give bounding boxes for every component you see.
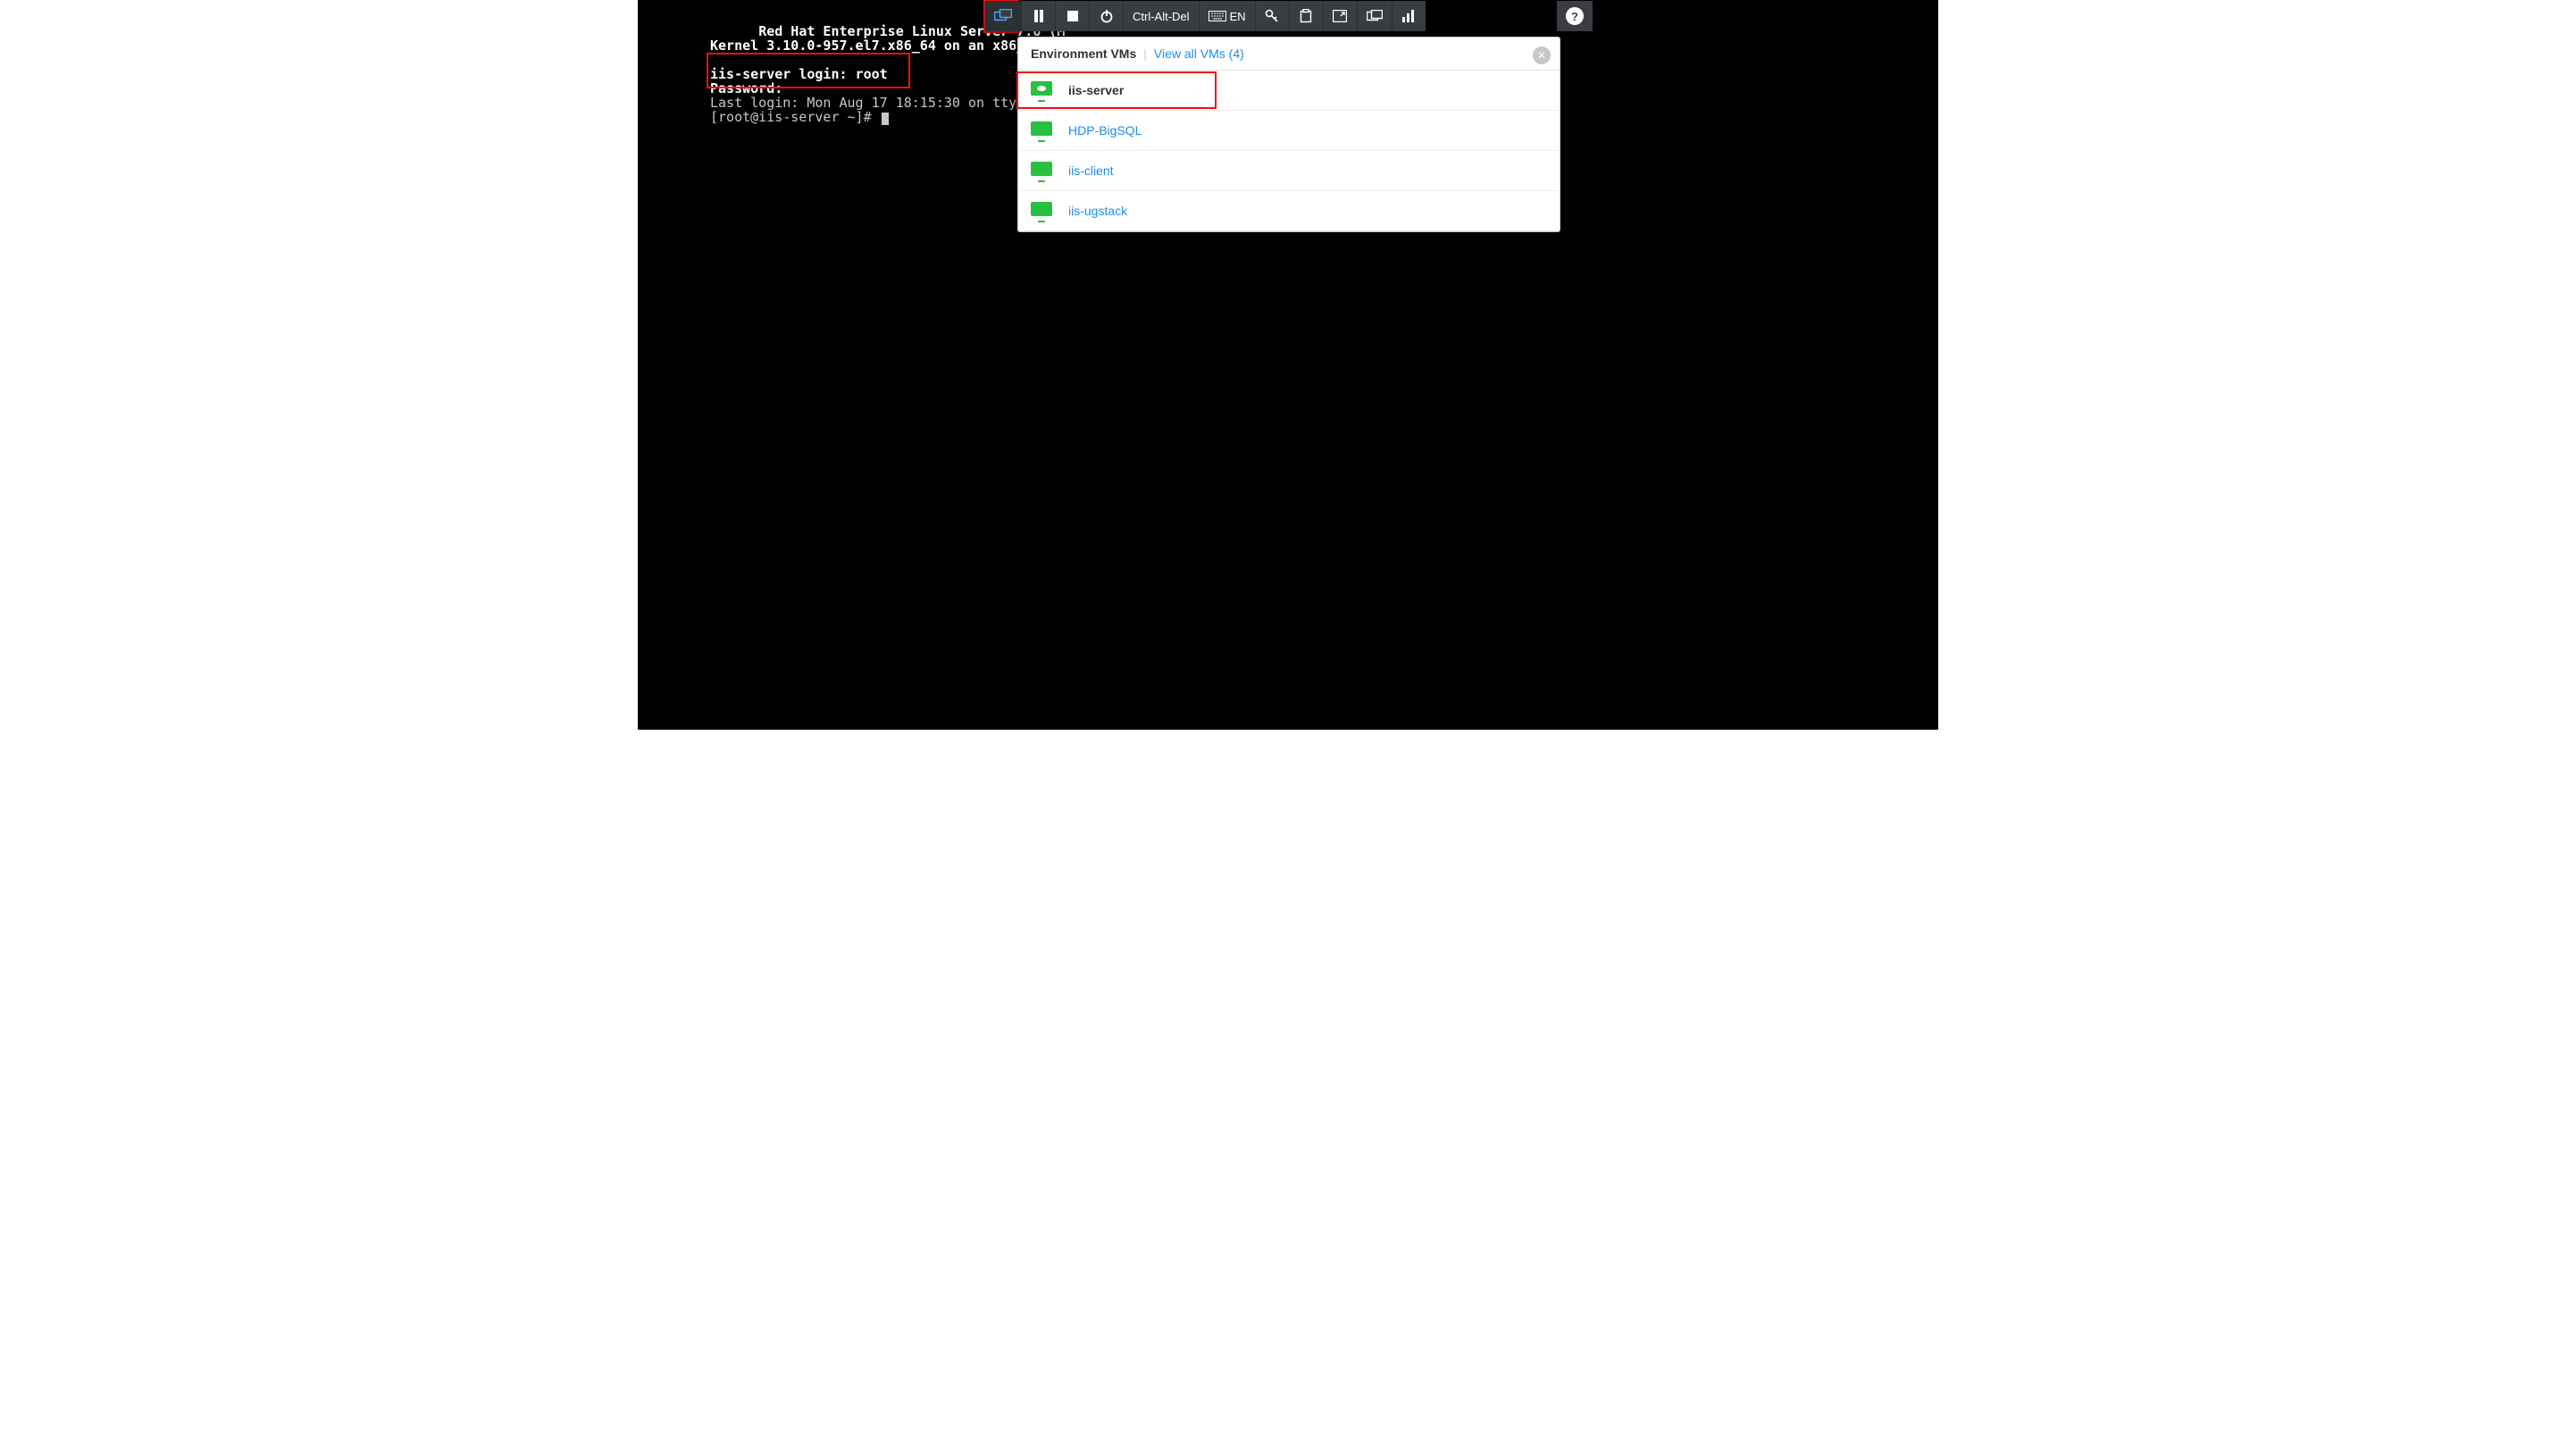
vm-list-panel: ✕ Environment VMs | View all VMs (4) iis… bbox=[1017, 37, 1560, 232]
monitor-icon bbox=[1031, 121, 1052, 139]
term-line-prompt: [root@iis-server ~]# bbox=[710, 109, 880, 125]
vm-row-iis-server[interactable]: iis-server bbox=[1018, 71, 1560, 111]
vm-row-hdp-bigsql[interactable]: HDP-BigSQL bbox=[1018, 111, 1560, 151]
app-stage: Red Hat Enterprise Linux Server 7.6 (M K… bbox=[638, 0, 1938, 730]
vm-toolbar: Ctrl-Alt-Del EN bbox=[985, 1, 1426, 31]
keyboard-button[interactable]: EN bbox=[1199, 1, 1255, 31]
fit-window-button[interactable] bbox=[1357, 1, 1392, 31]
vm-name-label: iis-client bbox=[1068, 163, 1114, 178]
monitor-icon bbox=[1031, 81, 1052, 99]
vm-switcher-button[interactable] bbox=[985, 1, 1021, 31]
vm-name-label: iis-ugstack bbox=[1068, 204, 1127, 218]
clipboard-button[interactable] bbox=[1289, 1, 1323, 31]
vm-panel-title: Environment VMs bbox=[1031, 46, 1136, 61]
vm-row-iis-ugstack[interactable]: iis-ugstack bbox=[1018, 191, 1560, 231]
help-icon: ? bbox=[1566, 7, 1584, 25]
power-button[interactable] bbox=[1089, 1, 1123, 31]
keyboard-icon bbox=[1209, 11, 1226, 21]
pause-icon bbox=[1033, 10, 1044, 22]
ctrl-alt-del-button[interactable]: Ctrl-Alt-Del bbox=[1123, 1, 1199, 31]
power-icon bbox=[1100, 9, 1114, 23]
keyboard-lang-label: EN bbox=[1230, 10, 1246, 23]
stop-button[interactable] bbox=[1055, 1, 1089, 31]
vm-name-label: iis-server bbox=[1068, 83, 1124, 97]
stats-button[interactable] bbox=[1392, 1, 1426, 31]
vm-name-label: HDP-BigSQL bbox=[1068, 123, 1142, 138]
key-icon bbox=[1265, 9, 1279, 23]
screens-icon bbox=[1367, 10, 1383, 22]
vm-row-iis-client[interactable]: iis-client bbox=[1018, 151, 1560, 191]
ctrl-alt-del-label: Ctrl-Alt-Del bbox=[1133, 10, 1190, 23]
clipboard-icon bbox=[1300, 9, 1312, 23]
vm-panel-header: Environment VMs | View all VMs (4) bbox=[1018, 38, 1560, 71]
pause-button[interactable] bbox=[1021, 1, 1055, 31]
separator: | bbox=[1143, 46, 1147, 61]
terminal-cursor bbox=[882, 113, 889, 125]
stop-icon bbox=[1067, 11, 1078, 21]
view-all-vms-link[interactable]: View all VMs (4) bbox=[1154, 46, 1244, 61]
fullscreen-button[interactable] bbox=[1323, 1, 1357, 31]
monitors-icon bbox=[994, 9, 1012, 23]
help-button[interactable]: ? bbox=[1557, 1, 1593, 31]
term-line-kernel: Kernel 3.10.0-957.el7.x86_64 on an x86_6… bbox=[710, 38, 1041, 54]
monitor-icon bbox=[1031, 162, 1052, 180]
vm-panel-close-button[interactable]: ✕ bbox=[1533, 46, 1551, 64]
monitor-icon bbox=[1031, 202, 1052, 220]
bar-chart-icon bbox=[1402, 10, 1415, 22]
expand-icon bbox=[1333, 10, 1347, 22]
credentials-button[interactable] bbox=[1255, 1, 1289, 31]
